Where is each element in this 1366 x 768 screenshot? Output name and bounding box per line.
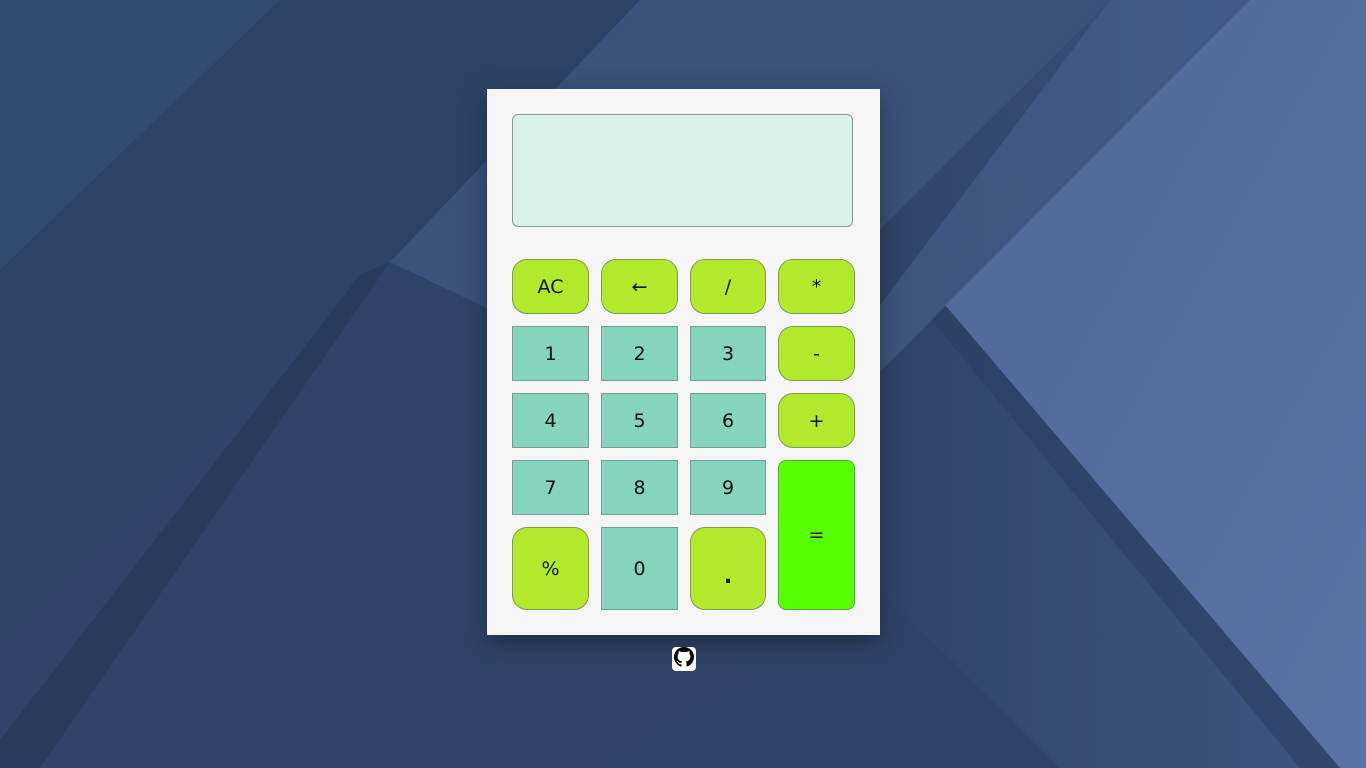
digit-6-button[interactable]: 6 <box>690 393 766 448</box>
digit-3-button[interactable]: 3 <box>690 326 766 381</box>
digit-0-button[interactable]: 0 <box>601 527 678 610</box>
digit-1-button[interactable]: 1 <box>512 326 589 381</box>
digit-9-button[interactable]: 9 <box>690 460 766 515</box>
minus-button[interactable]: - <box>778 326 855 381</box>
digit-4-button[interactable]: 4 <box>512 393 589 448</box>
digit-2-button[interactable]: 2 <box>601 326 678 381</box>
calculator-panel: AC ← / * 1 2 3 - 4 5 6 + 7 8 9 = % 0 . <box>487 89 880 635</box>
github-link[interactable] <box>672 647 696 671</box>
decimal-point-button[interactable]: . <box>690 527 766 610</box>
github-icon <box>674 647 694 671</box>
divide-button[interactable]: / <box>690 259 766 314</box>
percent-button[interactable]: % <box>512 527 589 610</box>
digit-7-button[interactable]: 7 <box>512 460 589 515</box>
digit-8-button[interactable]: 8 <box>601 460 678 515</box>
calculator-display <box>512 114 853 227</box>
plus-button[interactable]: + <box>778 393 855 448</box>
backspace-button[interactable]: ← <box>601 259 678 314</box>
decimal-point-label: . <box>723 564 733 589</box>
ac-button[interactable]: AC <box>512 259 589 314</box>
digit-5-button[interactable]: 5 <box>601 393 678 448</box>
equals-button[interactable]: = <box>778 460 855 610</box>
multiply-button[interactable]: * <box>778 259 855 314</box>
